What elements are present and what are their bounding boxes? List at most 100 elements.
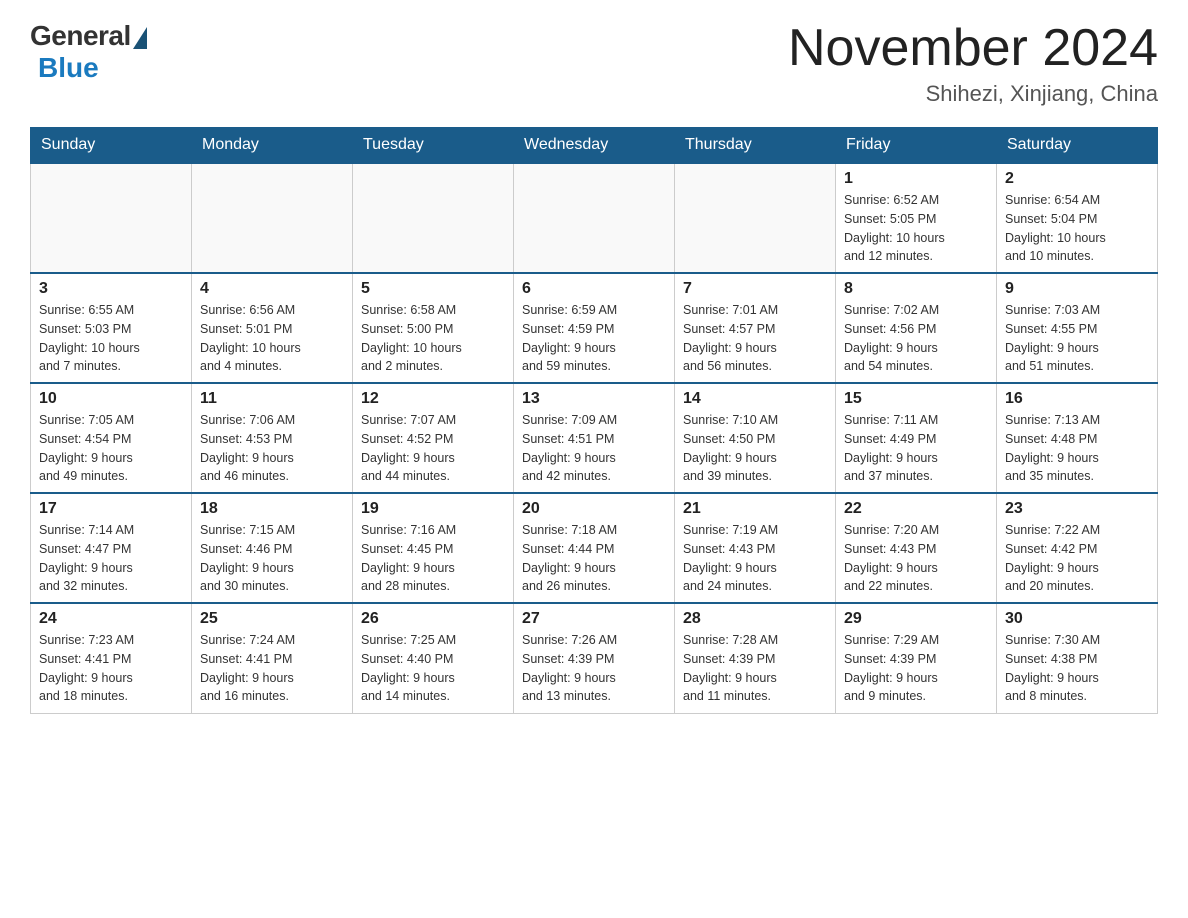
day-info: Sunrise: 7:15 AMSunset: 4:46 PMDaylight:… — [200, 521, 344, 596]
page-header: General Blue November 2024 Shihezi, Xinj… — [30, 20, 1158, 107]
day-info: Sunrise: 6:52 AMSunset: 5:05 PMDaylight:… — [844, 191, 988, 266]
day-info: Sunrise: 7:03 AMSunset: 4:55 PMDaylight:… — [1005, 301, 1149, 376]
day-number: 27 — [522, 610, 666, 628]
day-number: 25 — [200, 610, 344, 628]
day-info: Sunrise: 7:16 AMSunset: 4:45 PMDaylight:… — [361, 521, 505, 596]
day-info: Sunrise: 6:59 AMSunset: 4:59 PMDaylight:… — [522, 301, 666, 376]
day-info: Sunrise: 7:06 AMSunset: 4:53 PMDaylight:… — [200, 411, 344, 486]
day-info: Sunrise: 7:14 AMSunset: 4:47 PMDaylight:… — [39, 521, 183, 596]
week-row-4: 24 Sunrise: 7:23 AMSunset: 4:41 PMDayligh… — [31, 603, 1158, 713]
day-number: 10 — [39, 390, 183, 408]
header-saturday: Saturday — [997, 128, 1158, 164]
calendar-cell: 8 Sunrise: 7:02 AMSunset: 4:56 PMDaylight… — [836, 273, 997, 383]
day-number: 24 — [39, 610, 183, 628]
calendar-cell: 9 Sunrise: 7:03 AMSunset: 4:55 PMDaylight… — [997, 273, 1158, 383]
day-info: Sunrise: 7:19 AMSunset: 4:43 PMDaylight:… — [683, 521, 827, 596]
day-info: Sunrise: 7:23 AMSunset: 4:41 PMDaylight:… — [39, 631, 183, 706]
day-number: 9 — [1005, 280, 1149, 298]
day-info: Sunrise: 7:01 AMSunset: 4:57 PMDaylight:… — [683, 301, 827, 376]
calendar-cell: 3Sunrise: 6:55 AMSunset: 5:03 PMDaylight… — [31, 273, 192, 383]
day-info: Sunrise: 7:28 AMSunset: 4:39 PMDaylight:… — [683, 631, 827, 706]
calendar-cell: 29Sunrise: 7:29 AMSunset: 4:39 PMDayligh… — [836, 603, 997, 713]
calendar-title: November 2024 — [788, 20, 1158, 77]
day-info: Sunrise: 7:26 AMSunset: 4:39 PMDaylight:… — [522, 631, 666, 706]
calendar-cell: 5Sunrise: 6:58 AMSunset: 5:00 PMDaylight… — [353, 273, 514, 383]
calendar-cell: 20 Sunrise: 7:18 AMSunset: 4:44 PMDayligh… — [514, 493, 675, 603]
calendar-table: Sunday Monday Tuesday Wednesday Thursday… — [30, 127, 1158, 714]
calendar-cell: 22 Sunrise: 7:20 AMSunset: 4:43 PMDayligh… — [836, 493, 997, 603]
calendar-cell: 17 Sunrise: 7:14 AMSunset: 4:47 PMDayligh… — [31, 493, 192, 603]
day-info: Sunrise: 7:11 AMSunset: 4:49 PMDaylight:… — [844, 411, 988, 486]
calendar-cell: 28 Sunrise: 7:28 AMSunset: 4:39 PMDayligh… — [675, 603, 836, 713]
day-info: Sunrise: 7:29 AMSunset: 4:39 PMDaylight:… — [844, 631, 988, 706]
day-info: Sunrise: 6:54 AMSunset: 5:04 PMDaylight:… — [1005, 191, 1149, 266]
day-number: 1 — [844, 170, 988, 188]
day-number: 4 — [200, 280, 344, 298]
day-info: Sunrise: 7:07 AMSunset: 4:52 PMDaylight:… — [361, 411, 505, 486]
day-info: Sunrise: 7:09 AMSunset: 4:51 PMDaylight:… — [522, 411, 666, 486]
header-monday: Monday — [192, 128, 353, 164]
calendar-cell: 11Sunrise: 7:06 AMSunset: 4:53 PMDayligh… — [192, 383, 353, 493]
header-thursday: Thursday — [675, 128, 836, 164]
calendar-subtitle: Shihezi, Xinjiang, China — [788, 81, 1158, 107]
day-number: 22 — [844, 500, 988, 518]
calendar-cell: 27 Sunrise: 7:26 AMSunset: 4:39 PMDayligh… — [514, 603, 675, 713]
day-info: Sunrise: 7:05 AMSunset: 4:54 PMDaylight:… — [39, 411, 183, 486]
day-number: 13 — [522, 390, 666, 408]
calendar-cell — [514, 163, 675, 273]
week-row-0: 1 Sunrise: 6:52 AMSunset: 5:05 PMDaylight… — [31, 163, 1158, 273]
day-info: Sunrise: 6:58 AMSunset: 5:00 PMDaylight:… — [361, 301, 505, 376]
calendar-cell: 19 Sunrise: 7:16 AMSunset: 4:45 PMDayligh… — [353, 493, 514, 603]
day-number: 20 — [522, 500, 666, 518]
day-info: Sunrise: 7:25 AMSunset: 4:40 PMDaylight:… — [361, 631, 505, 706]
day-number: 19 — [361, 500, 505, 518]
logo-blue-text: Blue — [38, 52, 99, 84]
logo-general-text: General — [30, 20, 131, 52]
calendar-cell — [353, 163, 514, 273]
logo-triangle-icon — [133, 27, 147, 49]
calendar-cell: 26Sunrise: 7:25 AMSunset: 4:40 PMDayligh… — [353, 603, 514, 713]
header-sunday: Sunday — [31, 128, 192, 164]
day-number: 6 — [522, 280, 666, 298]
calendar-cell — [675, 163, 836, 273]
day-number: 28 — [683, 610, 827, 628]
day-info: Sunrise: 7:30 AMSunset: 4:38 PMDaylight:… — [1005, 631, 1149, 706]
day-number: 8 — [844, 280, 988, 298]
day-number: 17 — [39, 500, 183, 518]
day-number: 16 — [1005, 390, 1149, 408]
calendar-cell: 2Sunrise: 6:54 AMSunset: 5:04 PMDaylight… — [997, 163, 1158, 273]
calendar-cell — [31, 163, 192, 273]
calendar-cell: 7 Sunrise: 7:01 AMSunset: 4:57 PMDaylight… — [675, 273, 836, 383]
calendar-cell: 21Sunrise: 7:19 AMSunset: 4:43 PMDayligh… — [675, 493, 836, 603]
calendar-cell: 4 Sunrise: 6:56 AMSunset: 5:01 PMDaylight… — [192, 273, 353, 383]
day-info: Sunrise: 7:18 AMSunset: 4:44 PMDaylight:… — [522, 521, 666, 596]
header-tuesday: Tuesday — [353, 128, 514, 164]
calendar-cell: 16 Sunrise: 7:13 AMSunset: 4:48 PMDayligh… — [997, 383, 1158, 493]
day-number: 15 — [844, 390, 988, 408]
day-number: 30 — [1005, 610, 1149, 628]
weekday-header-row: Sunday Monday Tuesday Wednesday Thursday… — [31, 128, 1158, 164]
day-number: 18 — [200, 500, 344, 518]
calendar-cell: 25 Sunrise: 7:24 AMSunset: 4:41 PMDayligh… — [192, 603, 353, 713]
day-info: Sunrise: 6:56 AMSunset: 5:01 PMDaylight:… — [200, 301, 344, 376]
calendar-cell: 6 Sunrise: 6:59 AMSunset: 4:59 PMDaylight… — [514, 273, 675, 383]
day-number: 12 — [361, 390, 505, 408]
calendar-cell: 30 Sunrise: 7:30 AMSunset: 4:38 PMDayligh… — [997, 603, 1158, 713]
day-number: 23 — [1005, 500, 1149, 518]
logo: General Blue — [30, 20, 147, 84]
calendar-cell: 12 Sunrise: 7:07 AMSunset: 4:52 PMDayligh… — [353, 383, 514, 493]
week-row-3: 17 Sunrise: 7:14 AMSunset: 4:47 PMDayligh… — [31, 493, 1158, 603]
header-wednesday: Wednesday — [514, 128, 675, 164]
day-info: Sunrise: 7:10 AMSunset: 4:50 PMDaylight:… — [683, 411, 827, 486]
week-row-2: 10 Sunrise: 7:05 AMSunset: 4:54 PMDayligh… — [31, 383, 1158, 493]
day-info: Sunrise: 7:02 AMSunset: 4:56 PMDaylight:… — [844, 301, 988, 376]
day-info: Sunrise: 7:20 AMSunset: 4:43 PMDaylight:… — [844, 521, 988, 596]
calendar-cell: 15 Sunrise: 7:11 AMSunset: 4:49 PMDayligh… — [836, 383, 997, 493]
day-number: 7 — [683, 280, 827, 298]
calendar-cell: 18 Sunrise: 7:15 AMSunset: 4:46 PMDayligh… — [192, 493, 353, 603]
day-info: Sunrise: 7:13 AMSunset: 4:48 PMDaylight:… — [1005, 411, 1149, 486]
calendar-cell: 10 Sunrise: 7:05 AMSunset: 4:54 PMDayligh… — [31, 383, 192, 493]
calendar-cell: 23 Sunrise: 7:22 AMSunset: 4:42 PMDayligh… — [997, 493, 1158, 603]
day-info: Sunrise: 7:24 AMSunset: 4:41 PMDaylight:… — [200, 631, 344, 706]
day-info: Sunrise: 7:22 AMSunset: 4:42 PMDaylight:… — [1005, 521, 1149, 596]
